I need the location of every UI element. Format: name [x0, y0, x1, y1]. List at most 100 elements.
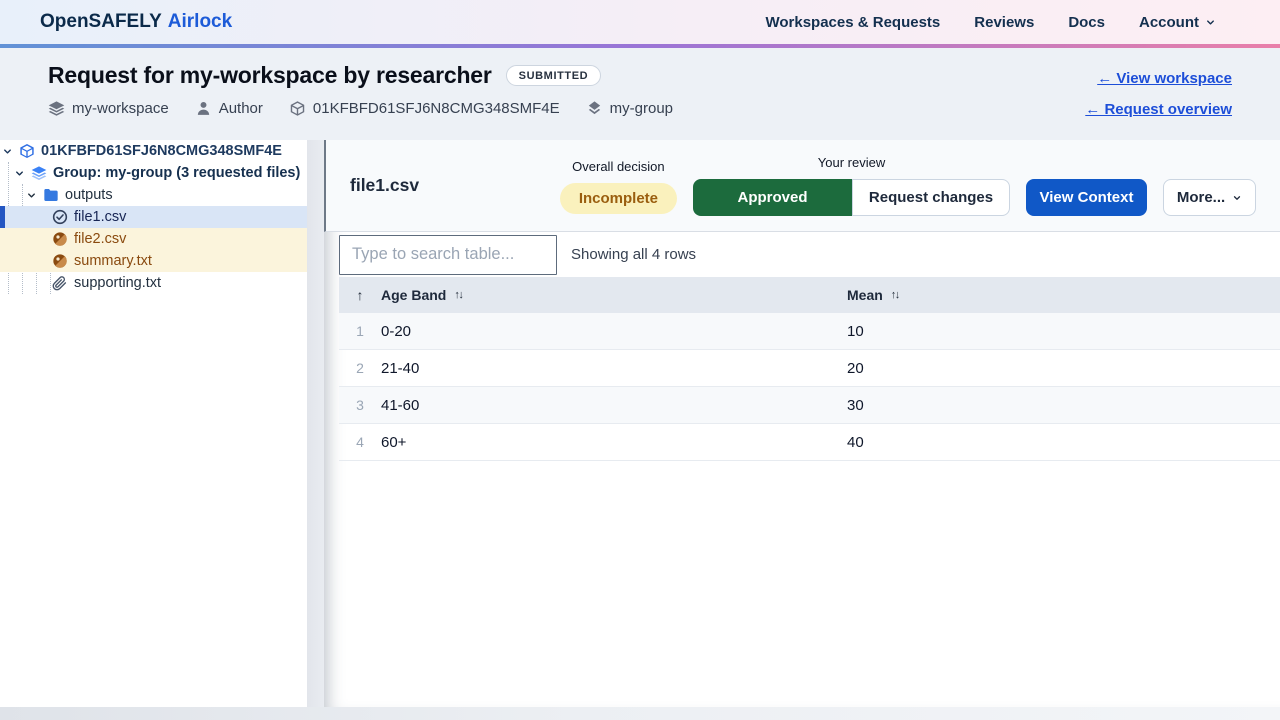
paperclip-icon — [52, 275, 68, 291]
row-number: 2 — [339, 360, 381, 376]
meta-author: Author — [195, 100, 263, 117]
tree-item-label: Group: my-group (3 requested files) — [53, 165, 300, 181]
file-title: file1.csv — [350, 175, 419, 196]
tree-item-supporting[interactable]: supporting.txt — [0, 272, 307, 294]
tree-item-summary[interactable]: summary.txt — [0, 250, 307, 272]
more-menu-button[interactable]: More... — [1163, 179, 1256, 216]
overall-decision-badge: Incomplete — [560, 183, 677, 214]
view-workspace-link[interactable]: ← View workspace — [1097, 70, 1232, 87]
tree-item-file2[interactable]: file2.csv — [0, 228, 307, 250]
half-circle-icon — [52, 231, 68, 247]
data-table: ↑ Age Band ↑↓ Mean ↑↓ 1 0-20 10 — [339, 277, 1280, 461]
chevron-down-icon[interactable] — [2, 146, 13, 157]
request-meta: my-workspace Author 01KFBFD61SFJ6N8CMG34… — [48, 100, 673, 117]
meta-workspace: my-workspace — [48, 100, 169, 117]
bottom-scroll-gutter — [0, 707, 1280, 720]
chevron-down-icon — [1205, 17, 1216, 28]
view-context-button[interactable]: View Context — [1026, 179, 1147, 216]
meta-request-id-label: 01KFBFD61SFJ6N8CMG348SMF4E — [313, 100, 560, 117]
half-circle-icon — [52, 253, 68, 269]
sort-toggle-icon: ↑↓ — [454, 289, 462, 301]
row-number: 3 — [339, 397, 381, 413]
table-search-input[interactable] — [339, 235, 557, 275]
tree-item-group[interactable]: Group: my-group (3 requested files) — [0, 162, 307, 184]
meta-group: my-group — [586, 100, 673, 117]
layers-icon — [48, 100, 65, 117]
chevron-down-icon — [1232, 193, 1242, 203]
meta-author-label: Author — [219, 100, 263, 117]
cell-age-band: 21-40 — [381, 360, 847, 377]
cube-icon — [289, 100, 306, 117]
your-review-group: Your review Approved Request changes — [693, 155, 1010, 216]
sort-toggle-icon: ↑↓ — [891, 289, 899, 301]
cube-icon — [19, 143, 35, 159]
column-header-mean[interactable]: Mean ↑↓ — [847, 287, 1280, 303]
your-review-label: Your review — [818, 155, 885, 170]
tree-item-request-root[interactable]: 01KFBFD61SFJ6N8CMG348SMF4E — [0, 140, 307, 162]
table-header-row: ↑ Age Band ↑↓ Mean ↑↓ — [339, 277, 1280, 313]
nav-docs[interactable]: Docs — [1068, 14, 1105, 31]
request-header: Request for my-workspace by researcher S… — [0, 48, 1280, 140]
file-review-panel: file1.csv Overall decision Incomplete Yo… — [324, 140, 1280, 707]
request-changes-button[interactable]: Request changes — [852, 179, 1010, 216]
file-tree: 01KFBFD61SFJ6N8CMG348SMF4E Group: my-gro… — [0, 140, 307, 294]
file-tree-sidebar: 01KFBFD61SFJ6N8CMG348SMF4E Group: my-gro… — [0, 140, 307, 707]
table-row[interactable]: 4 60+ 40 — [339, 424, 1280, 461]
nav-reviews[interactable]: Reviews — [974, 14, 1034, 31]
tree-item-file1[interactable]: file1.csv — [0, 206, 307, 228]
nav-account-label: Account — [1139, 14, 1199, 31]
brand-airlock: Airlock — [168, 11, 232, 33]
tree-item-label: outputs — [65, 187, 113, 203]
row-number: 1 — [339, 323, 381, 339]
column-label: Age Band — [381, 287, 446, 303]
cell-mean: 20 — [847, 360, 1280, 377]
column-label: Mean — [847, 287, 883, 303]
nav-links: Workspaces & Requests Reviews Docs Accou… — [765, 14, 1216, 31]
file-header: file1.csv Overall decision Incomplete Yo… — [324, 140, 1280, 232]
sort-ascending-icon: ↑ — [357, 287, 364, 303]
meta-group-label: my-group — [610, 100, 673, 117]
brand-logo[interactable]: OpenSAFELY Airlock — [40, 11, 232, 33]
status-badge: SUBMITTED — [506, 65, 602, 86]
chevron-down-icon[interactable] — [26, 190, 37, 201]
cell-mean: 40 — [847, 434, 1280, 451]
cell-age-band: 41-60 — [381, 397, 847, 414]
page-title: Request for my-workspace by researcher — [48, 62, 492, 89]
cell-age-band: 0-20 — [381, 323, 847, 340]
request-overview-link[interactable]: ← Request overview — [1085, 101, 1232, 118]
row-number: 4 — [339, 434, 381, 450]
nav-account-menu[interactable]: Account — [1139, 14, 1216, 31]
airlock-app: OpenSAFELY Airlock Workspaces & Requests… — [0, 0, 1280, 720]
content-split: 01KFBFD61SFJ6N8CMG348SMF4E Group: my-gro… — [0, 140, 1280, 707]
chevron-down-icon[interactable] — [14, 168, 25, 179]
tree-item-label: 01KFBFD61SFJ6N8CMG348SMF4E — [41, 143, 282, 159]
tree-item-label: file2.csv — [74, 231, 126, 247]
tree-item-label: file1.csv — [74, 209, 126, 225]
tree-item-outputs-folder[interactable]: outputs — [0, 184, 307, 206]
cell-mean: 30 — [847, 397, 1280, 414]
nav-workspaces-requests[interactable]: Workspaces & Requests — [765, 14, 940, 31]
tree-item-label: supporting.txt — [74, 275, 161, 291]
approved-button[interactable]: Approved — [693, 179, 852, 216]
table-row-count: Showing all 4 rows — [571, 246, 696, 263]
row-index-header[interactable]: ↑ — [339, 287, 381, 303]
sidebar-resize-handle[interactable] — [307, 140, 324, 707]
meta-workspace-label: my-workspace — [72, 100, 169, 117]
table-row[interactable]: 1 0-20 10 — [339, 313, 1280, 350]
brand-opensafely: OpenSAFELY — [40, 11, 162, 33]
cell-mean: 10 — [847, 323, 1280, 340]
more-menu-label: More... — [1177, 189, 1225, 206]
table-row[interactable]: 2 21-40 20 — [339, 350, 1280, 387]
overall-decision-label: Overall decision — [572, 159, 665, 174]
layers-diamond-icon — [586, 100, 603, 117]
column-header-age-band[interactable]: Age Band ↑↓ — [381, 287, 847, 303]
folder-icon — [43, 187, 59, 203]
table-toolbar: Showing all 4 rows — [324, 232, 1280, 277]
cell-age-band: 60+ — [381, 434, 847, 451]
top-navbar: OpenSAFELY Airlock Workspaces & Requests… — [0, 0, 1280, 44]
tree-item-label: summary.txt — [74, 253, 152, 269]
table-row[interactable]: 3 41-60 30 — [339, 387, 1280, 424]
layers-icon — [31, 165, 47, 181]
meta-request-id: 01KFBFD61SFJ6N8CMG348SMF4E — [289, 100, 560, 117]
user-icon — [195, 100, 212, 117]
